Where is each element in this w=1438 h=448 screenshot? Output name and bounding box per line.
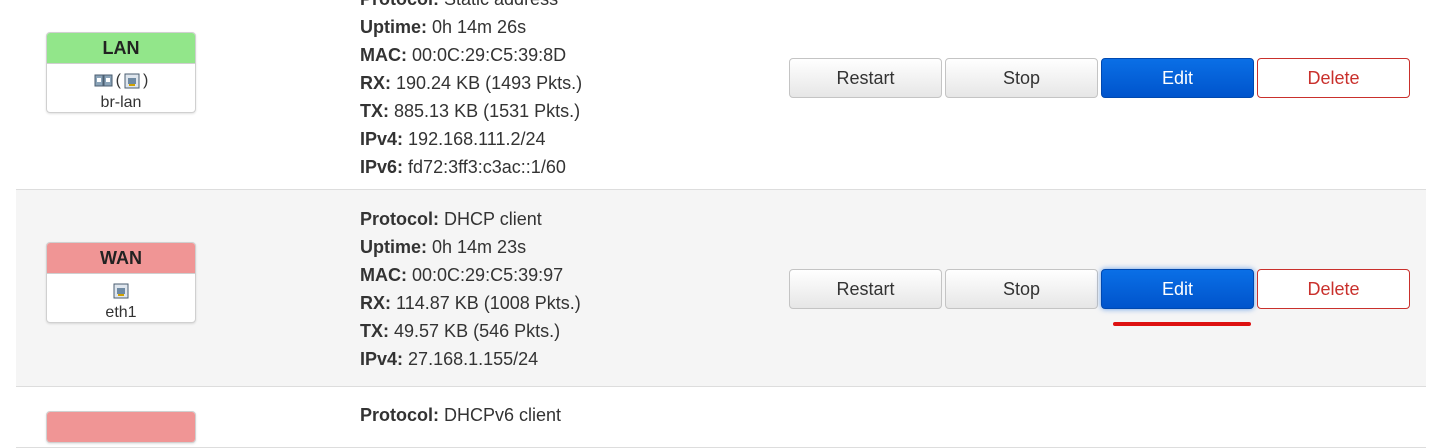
interface-info-lan: Protocol: Static address Uptime: 0h 14m … bbox=[360, 0, 582, 181]
info-uptime: Uptime: 0h 14m 23s bbox=[360, 237, 527, 257]
delete-button[interactable]: Delete bbox=[1257, 58, 1410, 98]
info-protocol: Protocol: DHCPv6 client bbox=[360, 405, 562, 425]
info-ipv4: IPv4: 27.168.1.155/24 bbox=[360, 349, 539, 369]
info-rx: RX: 114.87 KB (1008 Pkts.) bbox=[360, 293, 581, 313]
interface-badge-wan: WAN eth1 bbox=[46, 242, 196, 323]
info-mac: MAC: 00:0C:29:C5:39:8D bbox=[360, 45, 567, 65]
interface-row-wan6: Protocol: DHCPv6 client bbox=[16, 387, 1426, 448]
info-uptime: Uptime: 0h 14m 26s bbox=[360, 17, 527, 37]
paren-open: ( bbox=[115, 72, 121, 89]
interface-row-wan: WAN eth1 Protocol: DHCP client Uptime: 0… bbox=[16, 190, 1426, 387]
interface-badge-lan: LAN ( ) br-lan bbox=[46, 32, 196, 113]
info-rx: RX: 190.24 KB (1493 Pkts.) bbox=[360, 73, 583, 93]
edit-button[interactable]: Edit bbox=[1101, 269, 1254, 309]
restart-button[interactable]: Restart bbox=[789, 269, 942, 309]
info-protocol: Protocol: Static address bbox=[360, 0, 582, 13]
interface-info-wan: Protocol: DHCP client Uptime: 0h 14m 23s… bbox=[360, 205, 581, 373]
delete-button[interactable]: Delete bbox=[1257, 269, 1410, 309]
info-mac: MAC: 00:0C:29:C5:39:97 bbox=[360, 265, 564, 285]
interface-name: LAN bbox=[47, 33, 195, 64]
edit-button[interactable]: Edit bbox=[1101, 58, 1254, 98]
interface-badge-wan6 bbox=[46, 411, 196, 443]
info-tx: TX: 49.57 KB (546 Pkts.) bbox=[360, 321, 561, 341]
ethernet-port-icon bbox=[113, 283, 129, 299]
stop-button[interactable]: Stop bbox=[945, 269, 1098, 309]
interface-name-header bbox=[47, 412, 195, 442]
info-protocol: Protocol: DHCP client bbox=[360, 209, 542, 229]
paren-close: ) bbox=[143, 72, 149, 89]
stop-button[interactable]: Stop bbox=[945, 58, 1098, 98]
ethernet-port-icon bbox=[124, 73, 140, 89]
interface-info-wan6: Protocol: DHCPv6 client bbox=[360, 401, 561, 429]
bridge-icon bbox=[94, 74, 113, 87]
device-name: br-lan bbox=[100, 94, 142, 111]
device-name: eth1 bbox=[105, 304, 137, 321]
info-ipv6: IPv6: fd72:3ff3:c3ac::1/60 bbox=[360, 157, 566, 177]
interface-row-lan: LAN ( ) br-lan Protocol: Stati bbox=[16, 0, 1426, 190]
highlight-underline bbox=[1113, 322, 1251, 326]
interface-name: WAN bbox=[47, 243, 195, 274]
info-ipv4: IPv4: 192.168.111.2/24 bbox=[360, 129, 546, 149]
restart-button[interactable]: Restart bbox=[789, 58, 942, 98]
info-tx: TX: 885.13 KB (1531 Pkts.) bbox=[360, 101, 581, 121]
